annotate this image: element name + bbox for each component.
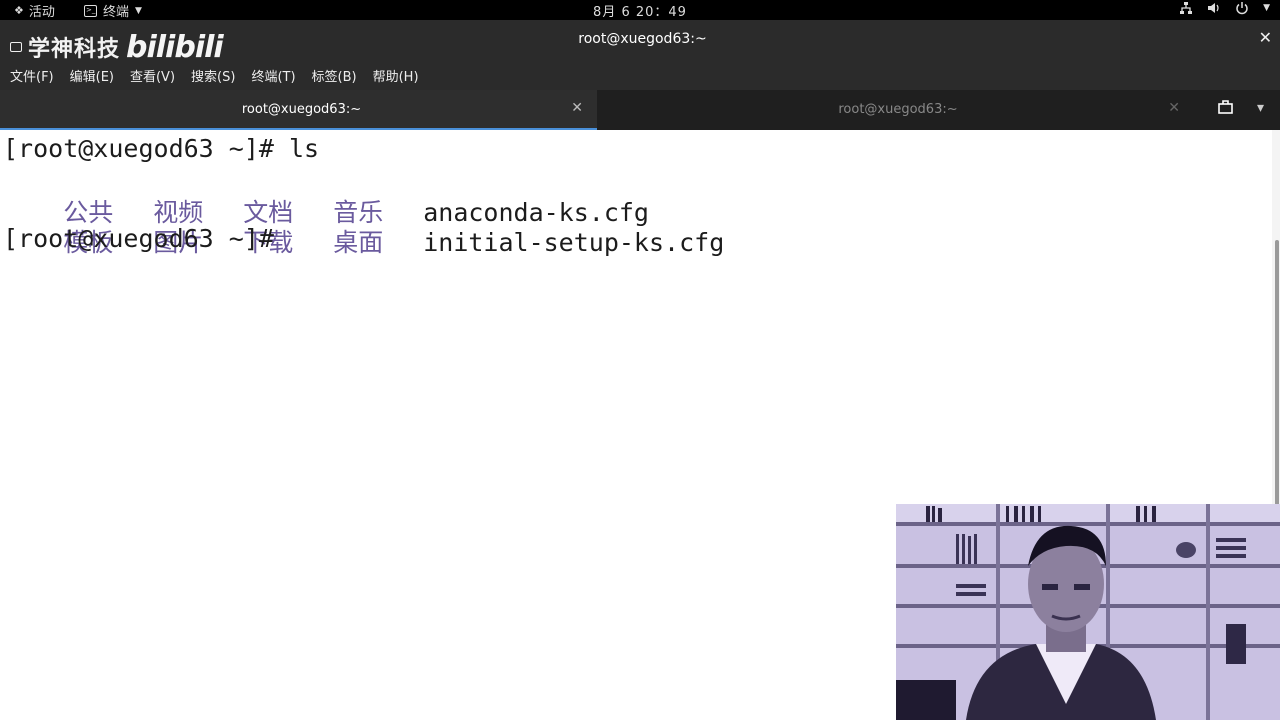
menu-tabs[interactable]: 标签(B) [312,66,357,85]
network-icon [1180,2,1193,14]
terminal-line-prompt-2: [root@xuegod63 ~]# [3,224,274,253]
new-tab-icon [1218,100,1233,114]
tab-2[interactable]: root@xuegod63:~ ✕ [598,90,1198,130]
menu-terminal[interactable]: 终端(T) [251,66,295,85]
tab-menu-button[interactable]: ▾ [1257,100,1264,116]
menu-bar: 文件(F) 编辑(E) 查看(V) 搜索(S) 终端(T) 标签(B) 帮助(H… [0,60,1280,90]
webcam-overlay [896,504,1280,720]
terminal-line-prompt-1: [root@xuegod63 ~]# ls [3,134,320,163]
tab-close-button[interactable]: ✕ [1168,100,1180,116]
menu-search[interactable]: 搜索(S) [191,66,235,85]
tab-bar: root@xuegod63:~ ✕ root@xuegod63:~ ✕ [0,90,1280,130]
tab-1[interactable]: root@xuegod63:~ ✕ [0,90,597,130]
menu-edit[interactable]: 编辑(E) [70,66,114,85]
window-titlebar[interactable]: 学神科技 bilibili root@xuegod63:~ ✕ [0,20,1280,65]
file-entry: initial-setup-ks.cfg [423,228,725,257]
system-top-bar: ❖ 活动 >_ 终端 ▼ 8月 6 20：49 ▼ [0,0,1280,20]
dir-entry: 桌面 [333,228,384,257]
tab-label: root@xuegod63:~ [838,102,958,117]
new-tab-button[interactable] [1212,100,1240,120]
tab-label: root@xuegod63:~ [241,102,362,117]
chevron-down-icon: ▾ [1257,100,1265,116]
webcam-image [896,504,1280,720]
clock[interactable]: 8月 6 20：49 [0,1,1280,20]
menu-file[interactable]: 文件(F) [10,66,54,85]
window-title: root@xuegod63:~ [578,31,707,47]
tab-close-button[interactable]: ✕ [571,100,583,116]
menu-view[interactable]: 查看(V) [130,66,175,85]
window-close-button[interactable]: ✕ [1259,28,1272,47]
volume-icon [1208,3,1219,13]
chevron-down-icon: ▼ [1263,3,1270,13]
system-tray[interactable]: ▼ [1179,1,1270,15]
menu-help[interactable]: 帮助(H) [373,66,419,85]
power-icon [1236,2,1248,15]
close-icon: ✕ [1258,28,1272,47]
